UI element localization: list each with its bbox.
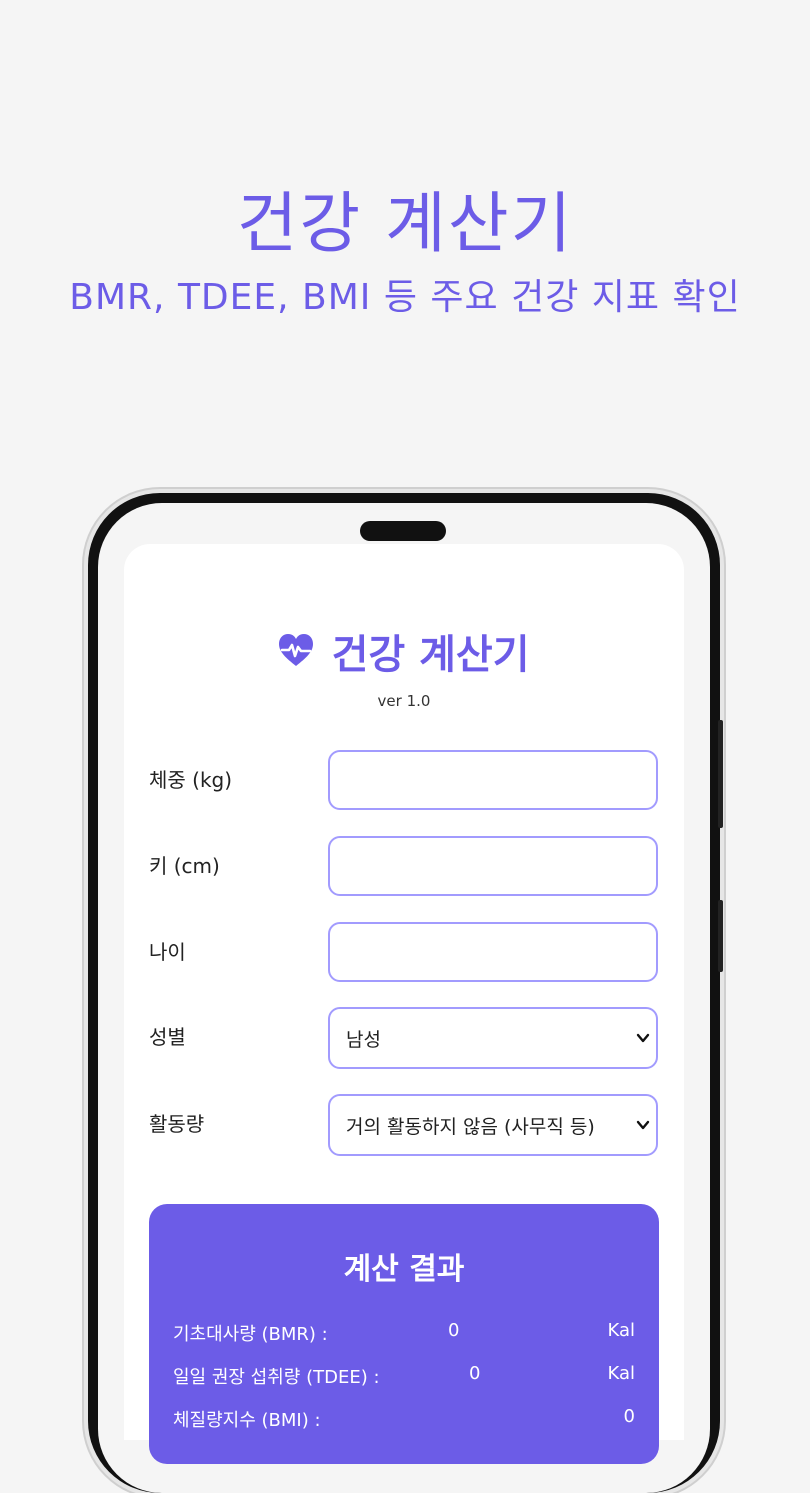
height-row: 키 (cm) [149, 836, 659, 896]
app-screen: 건강 계산기 ver 1.0 체중 (kg) 키 (cm) 나이 성별 남성 활… [124, 544, 684, 1464]
bmr-value: 0 [448, 1320, 460, 1341]
tdee-label: 일일 권장 섭취량 (TDEE) : [173, 1367, 380, 1388]
activity-row: 활동량 거의 활동하지 않음 (사무직 등) [149, 1094, 659, 1156]
app-version: ver 1.0 [377, 692, 431, 710]
bmr-unit: Kal [607, 1320, 635, 1341]
weight-input[interactable] [328, 750, 658, 810]
age-label: 나이 [149, 940, 186, 964]
promo-subtitle: BMR, TDEE, BMI 등 주요 건강 지표 확인 [69, 277, 741, 318]
app-title: 건강 계산기 [331, 632, 530, 678]
activity-select[interactable]: 거의 활동하지 않음 (사무직 등) [328, 1094, 658, 1156]
age-input[interactable] [328, 922, 658, 982]
gender-select[interactable]: 남성 [328, 1007, 658, 1069]
phone-notch [360, 521, 446, 541]
weight-label: 체중 (kg) [149, 768, 233, 792]
activity-label: 활동량 [149, 1112, 205, 1136]
app-header: 건강 계산기 [124, 622, 684, 682]
height-input[interactable] [328, 836, 658, 896]
result-title: 계산 결과 [343, 1252, 465, 1287]
height-label: 키 (cm) [149, 854, 220, 878]
tdee-value: 0 [469, 1363, 481, 1384]
heart-pulse-icon [279, 634, 314, 666]
result-card: 계산 결과 기초대사량 (BMR) : 0 Kal 일일 권장 섭취량 (TDE… [149, 1204, 659, 1464]
activity-select-value: 거의 활동하지 않음 (사무직 등) [346, 1116, 595, 1138]
bmi-label: 체질량지수 (BMI) : [173, 1410, 321, 1431]
gender-label: 성별 [149, 1025, 186, 1049]
bmi-row: 체질량지수 (BMI) : 0 [173, 1406, 635, 1434]
age-row: 나이 [149, 922, 659, 982]
phone-side-button-lower [718, 900, 723, 972]
weight-row: 체중 (kg) [149, 750, 659, 810]
phone-side-button-upper [718, 720, 723, 828]
gender-row: 성별 남성 [149, 1007, 659, 1069]
chevron-down-icon [636, 1120, 650, 1130]
bmr-row: 기초대사량 (BMR) : 0 Kal [173, 1320, 635, 1348]
tdee-row: 일일 권장 섭취량 (TDEE) : 0 Kal [173, 1363, 635, 1391]
tdee-unit: Kal [607, 1363, 635, 1384]
bmr-label: 기초대사량 (BMR) : [173, 1324, 328, 1345]
chevron-down-icon [636, 1033, 650, 1043]
bmi-value: 0 [623, 1406, 635, 1427]
promo-title: 건강 계산기 [236, 185, 574, 262]
gender-select-value: 남성 [346, 1029, 381, 1051]
